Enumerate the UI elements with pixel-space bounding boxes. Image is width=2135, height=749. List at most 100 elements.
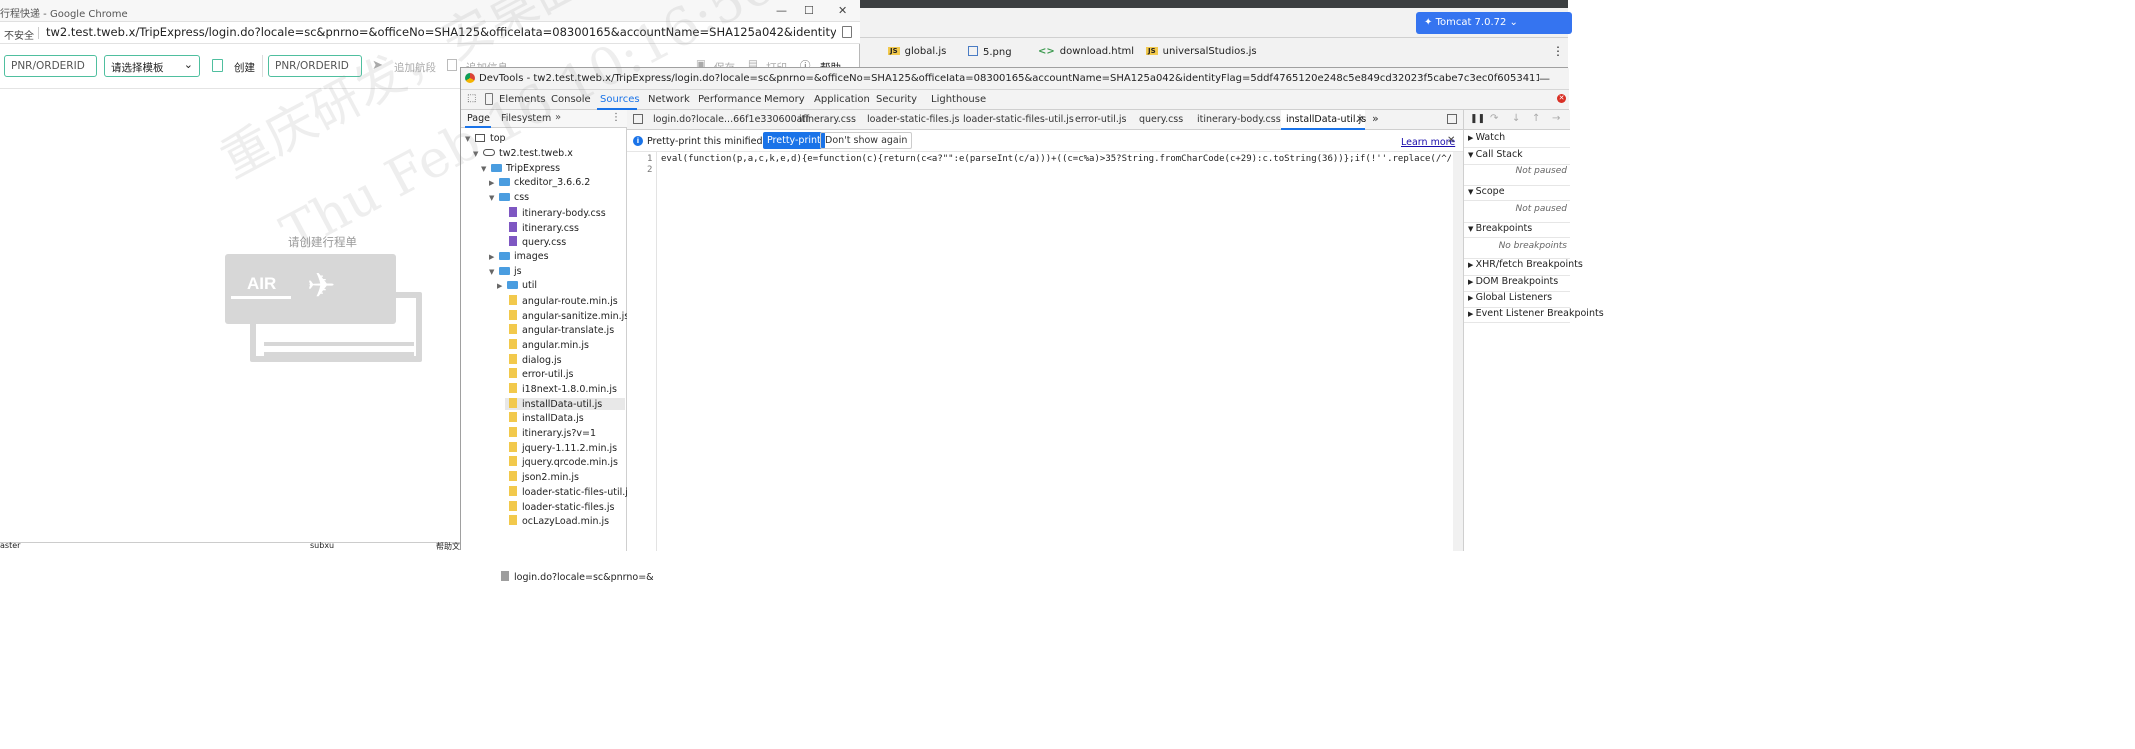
tree-label: ocLazyLoad.min.js [522, 516, 610, 527]
scope-section[interactable]: ▼ Scope [1464, 185, 1570, 201]
tree-js[interactable]: ▼ js [489, 266, 522, 277]
toggle-debugger-icon[interactable] [1447, 114, 1457, 124]
tree-file[interactable]: angular-sanitize.min.js [509, 310, 629, 322]
event-listener-breakpoints-section[interactable]: ▶ Event Listener Breakpoints [1464, 307, 1604, 323]
tree-file[interactable]: installData.js [509, 412, 584, 424]
run-config-button[interactable]: ✦ Tomcat 7.0.72 ⌄ [1416, 12, 1572, 34]
step-out-icon[interactable]: ↑ [1532, 113, 1540, 124]
tab-lighthouse[interactable]: Lighthouse [931, 94, 986, 105]
editor-tab[interactable]: loader-static-files-util.js [963, 114, 1074, 125]
section-label: Breakpoints [1475, 223, 1533, 234]
tab-sources[interactable]: Sources [600, 94, 640, 105]
tree-login-doc[interactable]: login.do?locale=sc&pnrno=& [501, 571, 654, 583]
tab-performance[interactable]: Performance [698, 94, 761, 105]
dom-breakpoints-section[interactable]: ▶ DOM Breakpoints [1464, 275, 1570, 291]
more-icon[interactable]: ⋮ [1552, 44, 1564, 58]
more-tabs-icon[interactable]: » [555, 112, 561, 123]
step-into-icon[interactable]: ↓ [1512, 113, 1520, 124]
tree-file[interactable]: jquery-1.11.2.min.js [509, 442, 617, 454]
tree-top[interactable]: ▼ top [465, 133, 506, 144]
error-icon[interactable]: ✕ [1557, 94, 1566, 103]
tree-file[interactable]: json2.min.js [509, 471, 579, 483]
tree-ckeditor[interactable]: ▶ ckeditor_3.6.6.2 [489, 177, 590, 188]
tab-security[interactable]: Security [876, 94, 917, 105]
editor-tab[interactable]: itinerary.css [799, 114, 856, 125]
devtools-title-bar: DevTools - tw2.test.tweb.x/TripExpress/l… [461, 68, 1569, 90]
editor-tab[interactable]: error-util.js [1075, 114, 1126, 125]
address-bar[interactable]: 不安全 tw2.test.tweb.x/TripExpress/login.do… [0, 22, 860, 44]
call-stack-section[interactable]: ▼ Call Stack [1464, 149, 1570, 165]
toggle-navigator-icon[interactable] [633, 114, 643, 124]
tree-host[interactable]: ▼ tw2.test.tweb.x [473, 148, 573, 159]
tree-label: util [522, 280, 538, 291]
inspect-icon[interactable]: ⬚ [467, 93, 476, 104]
ticket-stripe [231, 296, 291, 299]
dont-show-again-button[interactable]: Don't show again [820, 132, 913, 149]
step-over-icon[interactable]: ↷ [1490, 113, 1498, 124]
editor-tab[interactable]: query.css [1139, 114, 1183, 125]
tree-images[interactable]: ▶ images [489, 251, 549, 262]
tree-file[interactable]: loader-static-files-util.js [509, 486, 633, 498]
tree-file[interactable]: angular-route.min.js [509, 295, 618, 307]
pnr-input-2[interactable]: PNR/ORDERID [268, 55, 362, 77]
tree-file[interactable]: angular-translate.js [509, 324, 614, 336]
maximize-icon[interactable]: ☐ [804, 4, 814, 17]
pretty-print-button[interactable]: Pretty-print [763, 132, 825, 149]
tree-file[interactable]: i18next-1.8.0.min.js [509, 383, 617, 395]
tab-application[interactable]: Application [814, 94, 870, 105]
device-icon[interactable] [485, 93, 493, 105]
editor-tab-active[interactable]: installData-util.js [1286, 114, 1366, 125]
tree-file[interactable]: ocLazyLoad.min.js [509, 515, 609, 527]
tree-file[interactable]: itinerary-body.css [509, 207, 606, 219]
tab-network[interactable]: Network [648, 94, 690, 105]
nav-tab-filesystem[interactable]: Filesystem [501, 113, 551, 124]
ide-tab-global[interactable]: JS global.js [888, 46, 946, 57]
tree-app[interactable]: ▼ TripExpress [481, 163, 560, 174]
ide-tab-download[interactable]: <> download.html [1038, 46, 1134, 57]
folder-icon [499, 252, 510, 260]
watch-section[interactable]: ▶ Watch [1464, 132, 1570, 148]
ticket-line [264, 352, 414, 356]
step-icon[interactable]: → [1552, 113, 1560, 124]
tree-util[interactable]: ▶ util [497, 280, 537, 291]
tree-file-selected[interactable]: installData-util.js [505, 398, 625, 410]
editor-tab[interactable]: itinerary-body.css [1197, 114, 1281, 125]
ide-tab-png[interactable]: 5.png [968, 46, 1012, 58]
tree-file[interactable]: error-util.js [509, 368, 573, 380]
kebab-menu-icon[interactable]: ⋮ [611, 112, 621, 123]
close-icon[interactable]: ✕ [838, 4, 847, 17]
add-segment-button[interactable]: 追加航段 [394, 60, 436, 75]
xhr-breakpoints-section[interactable]: ▶ XHR/fetch Breakpoints [1464, 258, 1583, 274]
vertical-scrollbar[interactable] [1453, 152, 1463, 551]
editor-tab[interactable]: login.do?locale...66f1e330600aff [653, 114, 809, 125]
global-listeners-section[interactable]: ▶ Global Listeners [1464, 291, 1570, 307]
template-select[interactable]: 请选择模板 ⌄ [104, 55, 200, 77]
tree-file[interactable]: query.css [509, 236, 566, 248]
tree-css[interactable]: ▼ css [489, 192, 529, 203]
tree-file[interactable]: itinerary.css [509, 222, 579, 234]
pause-icon[interactable]: ❚❚ [1470, 114, 1485, 124]
pnr-input[interactable]: PNR/ORDERID [4, 55, 97, 77]
url-text[interactable]: tw2.test.tweb.x/TripExpress/login.do?loc… [46, 25, 836, 39]
breakpoints-section[interactable]: ▼ Breakpoints [1464, 222, 1570, 238]
nav-tab-page[interactable]: Page [467, 113, 490, 124]
minimize-icon[interactable]: — [1539, 72, 1550, 85]
tab-memory[interactable]: Memory [764, 94, 805, 105]
tree-file[interactable]: angular.min.js [509, 339, 589, 351]
tree-label: dialog.js [522, 355, 562, 366]
code-line-1[interactable]: eval(function(p,a,c,k,e,d){e=function(c)… [661, 154, 1451, 164]
tree-file[interactable]: itinerary.js?v=1 [509, 427, 596, 439]
more-tabs-icon[interactable]: » [1372, 112, 1379, 125]
tab-console[interactable]: Console [551, 94, 591, 105]
close-tab-icon[interactable]: ✕ [1356, 114, 1364, 125]
tree-file[interactable]: jquery.qrcode.min.js [509, 456, 618, 468]
editor-tab[interactable]: loader-static-files.js [867, 114, 959, 125]
ide-tab-universal[interactable]: JS universalStudios.js [1146, 46, 1257, 57]
minimize-icon[interactable]: — [776, 4, 787, 17]
tree-file[interactable]: loader-static-files.js [509, 501, 614, 513]
code-editor[interactable]: 1 2 eval(function(p,a,c,k,e,d){e=functio… [627, 152, 1463, 551]
tab-elements[interactable]: Elements [499, 94, 546, 105]
tree-file[interactable]: dialog.js [509, 354, 562, 366]
create-button[interactable]: 创建 [234, 60, 255, 75]
close-icon[interactable]: ✕ [1447, 135, 1455, 146]
